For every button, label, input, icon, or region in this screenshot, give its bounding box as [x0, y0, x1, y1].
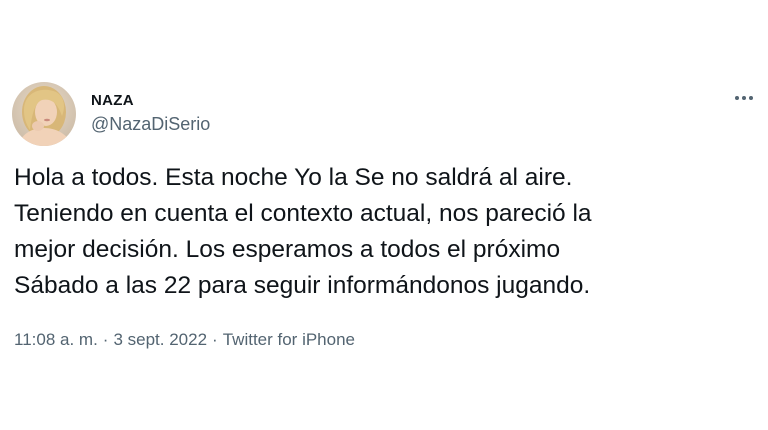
tweet-time[interactable]: 11:08 a. m.: [14, 330, 98, 349]
tweet-card: NAZA @NazaDiSerio Hola a todos. Esta noc…: [0, 0, 768, 430]
user-handle[interactable]: @NazaDiSerio: [91, 114, 210, 135]
more-dot: [749, 96, 753, 100]
avatar-photo: [12, 82, 76, 146]
tweet-text-line: Hola a todos. Esta noche Yo la Se no sal…: [14, 164, 573, 191]
separator: ·: [102, 330, 109, 349]
display-name[interactable]: NAZA: [91, 92, 134, 109]
tweet-text-line: mejor decisión. Los esperamos a todos el…: [14, 236, 561, 263]
more-dot: [742, 96, 746, 100]
separator: ·: [212, 330, 218, 349]
tweet-date[interactable]: 3 sept. 2022: [113, 330, 207, 349]
more-dot: [735, 96, 739, 100]
tweet-source[interactable]: Twitter for iPhone: [223, 330, 355, 349]
tweet-text-line: Teniendo en cuenta el contexto actual, n…: [14, 200, 592, 227]
tweet-text-line: Sábado a las 22 para seguir informándono…: [14, 272, 591, 299]
tweet-metadata: 11:08 a. m. · 3 sept. 2022 · Twitter for iPh…: [14, 330, 355, 350]
more-options-icon[interactable]: [728, 90, 760, 106]
avatar[interactable]: [12, 82, 76, 146]
tweet-text: Hola a todos. Esta noche Yo la Se no sal…: [14, 160, 759, 304]
